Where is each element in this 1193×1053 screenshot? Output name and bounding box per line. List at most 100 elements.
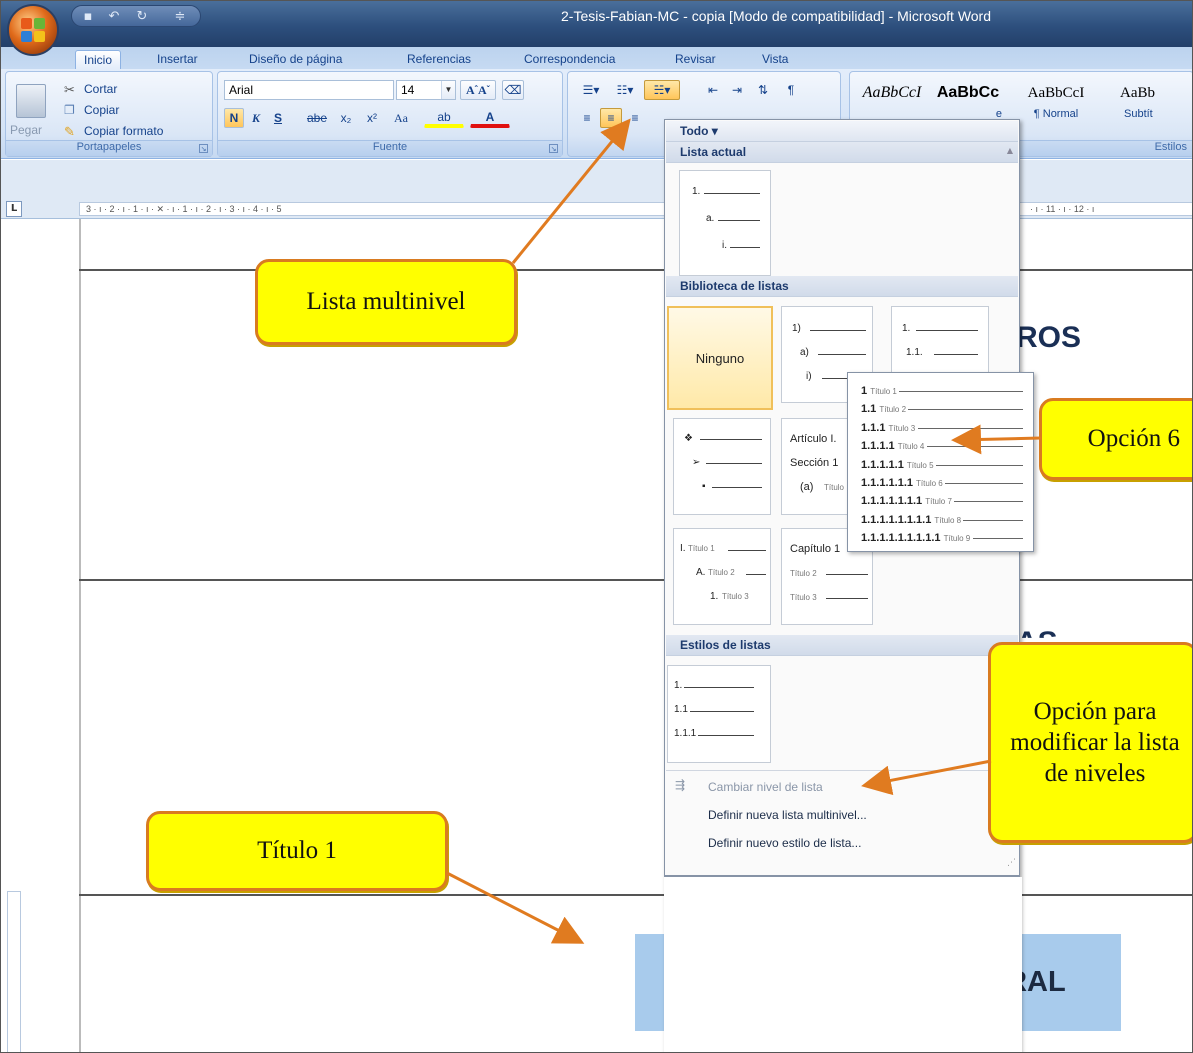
menu-filter[interactable]: Todo ▾ [666,121,1018,142]
flyout-row: 1.1.1.1.1.1.1 Título 7 [861,493,1023,511]
bullet-diamond-icon: ❖ [684,433,693,444]
increase-indent-icon[interactable]: ⇥ [726,80,748,100]
flyout-row-line [936,464,1023,466]
level-label: 1.1. [906,347,923,358]
highlight-button[interactable]: ab [424,108,464,128]
tab-selector-icon[interactable]: L [6,201,22,217]
underline-button[interactable]: S [268,108,288,128]
format-painter-icon: ✎ [64,124,75,139]
font-group-label: Fuente [218,140,562,156]
tab-vista[interactable]: Vista [754,50,796,69]
chapter-label: Capítulo 1 [790,543,841,555]
style-item-normal[interactable]: AaBbCcI ¶ Normal [1018,74,1094,138]
flyout-row: 1.1.1.1.1.1.1.1.1 Título 9 [861,530,1023,548]
scissors-icon: ✂ [64,82,75,97]
callout-modify-option: Opción para modificar la lista de nivele… [988,642,1192,843]
flyout-row-title: Título 6 [916,479,943,488]
format-painter-button[interactable]: Copiar formato [84,124,163,138]
font-launcher-icon[interactable]: ↘ [549,144,558,153]
callout-option-6: Opción 6 [1039,398,1192,480]
section-list-library: Biblioteca de listas [666,276,1018,297]
level-label: i) [806,371,812,382]
font-name-select[interactable]: Arial [224,80,394,100]
list-none-tile[interactable]: Ninguno [667,306,773,410]
clear-format-icon[interactable]: ⌫ [502,80,524,100]
multilevel-list-button[interactable]: ☵▾ [644,80,680,100]
flyout-row-number: 1.1.1.1.1.1.1.1.1 [861,532,944,545]
copy-button[interactable]: Copiar [84,103,119,117]
list-preview-flyout: 1 Título 1 1.1 Título 2 1.1.1 Título 3 1.1.… [847,372,1034,552]
level-label: a. [706,213,715,224]
clipboard-launcher-icon[interactable]: ↘ [199,144,208,153]
none-label: Ninguno [695,350,745,366]
align-center-icon[interactable]: ≡ [600,108,622,128]
flyout-row: 1.1.1 Título 3 [861,420,1023,438]
define-new-list-style-item[interactable]: Definir nuevo estilo de lista... [708,836,861,850]
superscript-button[interactable]: x² [360,108,384,128]
flyout-row-line [963,519,1023,521]
change-list-level-item[interactable]: Cambiar nivel de lista [708,780,823,794]
list-style-tile[interactable]: 1. 1.1 1.1.1 [667,665,771,763]
sort-icon[interactable]: ⇅ [752,80,774,100]
office-button[interactable] [7,4,59,56]
show-marks-icon[interactable]: ¶ [780,80,802,100]
section-list-styles: Estilos de listas [666,635,1018,656]
level-label: A. [696,567,706,578]
paste-icon[interactable] [16,84,46,118]
italic-button[interactable]: K [246,108,266,128]
redo-icon[interactable]: ↻ [134,9,150,25]
paste-button[interactable]: Pegar [10,123,42,137]
level-label: a) [800,347,809,358]
level-label: i. [722,240,727,251]
tab-referencias[interactable]: Referencias [399,50,479,69]
strikethrough-button[interactable]: abe [302,108,332,128]
decrease-indent-icon[interactable]: ⇤ [702,80,724,100]
save-icon[interactable]: ▪ [80,9,96,25]
ruler-bar[interactable]: 3 · ı · 2 · ı · 1 · ı · ✕ · ı · 1 · ı · … [79,202,1192,216]
grow-shrink-font-buttons[interactable]: Aˆ Aˇ [460,80,496,100]
bold-button[interactable]: N [224,108,244,128]
page-edge [79,219,81,1052]
style-name: Subtít [1124,108,1153,120]
level-label: 1.1.1 [674,728,697,739]
title-label: Título [824,483,845,492]
window-title: 2-Tesis-Fabian-MC - copia [Modo de compa… [561,8,992,24]
list-tile-bullets[interactable]: ❖ ➢ ▪ [673,418,771,515]
subscript-button[interactable]: x₂ [334,108,358,128]
align-right-icon[interactable]: ≡ [624,108,646,128]
style-item-subtitle[interactable]: AaBb Subtít [1120,74,1192,138]
cut-button[interactable]: Cortar [84,82,117,96]
chevron-down-icon: ▼ [441,81,455,99]
font-size-select[interactable]: 14 ▼ [396,80,456,100]
flyout-row-title: Título 9 [943,534,971,544]
resize-grip-icon[interactable]: ⋰ [1007,858,1016,868]
tab-inicio[interactable]: Inicio [75,50,122,69]
tab-correspondencia[interactable]: Correspondencia [516,50,623,69]
tab-insertar[interactable]: Insertar [149,50,206,69]
tab-revisar[interactable]: Revisar [667,50,724,69]
level-title: Título 1 [688,544,715,553]
current-list-tile[interactable]: 1. a. i. [679,170,771,276]
change-case-button[interactable]: Aa [386,108,416,128]
word-window: ▪ ↶ ↻ ≑ 2-Tesis-Fabian-MC - copia [Modo … [0,0,1193,1053]
numbering-icon[interactable]: ☷▾ [610,80,640,100]
menu-mask [664,877,1022,1052]
align-left-icon[interactable]: ≡ [576,108,598,128]
flyout-row-number: 1.1 [861,403,880,416]
scroll-up-icon[interactable]: ▲ [1007,146,1013,155]
flyout-row-number: 1.1.1.1.1 [861,458,907,471]
undo-icon[interactable]: ↶ [106,9,122,25]
menu-separator [666,770,1018,771]
list-tile-roman[interactable]: I. Título 1 A. Título 2 1. Título 3 [673,528,771,625]
flyout-row-line [908,409,1023,411]
level-title: Título 3 [790,593,817,602]
level-label: 1. [710,591,719,602]
bullets-icon[interactable]: ☰▾ [576,80,606,100]
tab-diseno-pagina[interactable]: Diseño de página [241,50,350,69]
flyout-row-title: Título 2 [879,405,907,415]
customize-qat-icon[interactable]: ≑ [172,9,188,25]
font-color-button[interactable]: A [470,108,510,128]
define-new-multilevel-item[interactable]: Definir nueva lista multinivel... [708,808,867,822]
flyout-row-line [899,391,1023,392]
title-bar: ▪ ↶ ↻ ≑ 2-Tesis-Fabian-MC - copia [Modo … [1,1,1192,47]
